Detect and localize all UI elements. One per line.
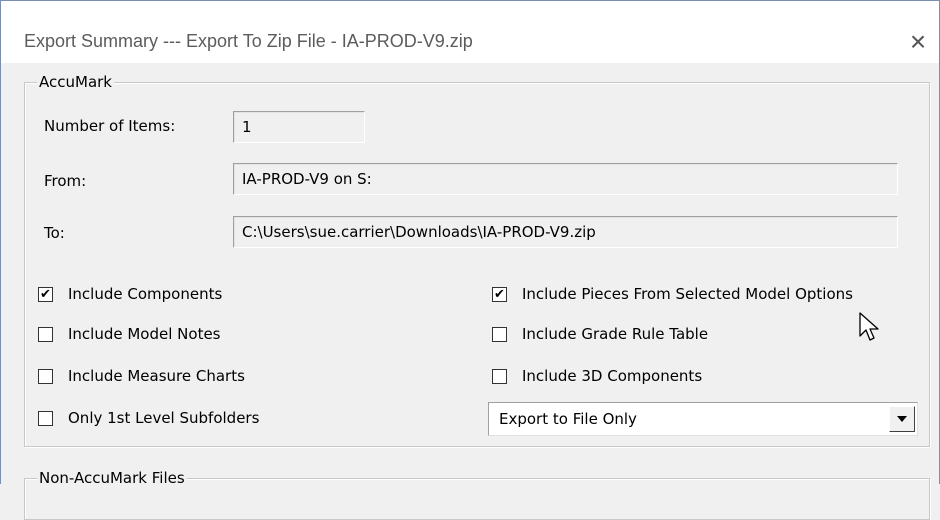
window-title: Export Summary --- Export To Zip File - … <box>24 31 473 51</box>
non-accumark-group-legend: Non-AccuMark Files <box>37 469 187 487</box>
number-of-items-label: Number of Items: <box>44 117 176 135</box>
export-mode-select[interactable]: Export to File Only <box>488 402 918 436</box>
include-components-label: Include Components <box>68 285 223 303</box>
checkbox-box[interactable] <box>38 369 53 384</box>
accumark-group-legend: AccuMark <box>37 73 114 91</box>
checkbox-box[interactable] <box>492 327 507 342</box>
checkbox-box[interactable] <box>492 369 507 384</box>
include-pieces-selected-options-label: Include Pieces From Selected Model Optio… <box>522 285 853 303</box>
checkbox-box[interactable]: ✔ <box>492 287 507 302</box>
include-grade-rule-table-label: Include Grade Rule Table <box>522 325 709 343</box>
to-field: C:\Users\sue.carrier\Downloads\IA-PROD-V… <box>233 216 898 248</box>
mouse-cursor-icon <box>859 312 879 341</box>
include-measure-charts-label: Include Measure Charts <box>68 367 245 385</box>
close-icon[interactable]: × <box>903 27 933 57</box>
export-mode-value: Export to File Only <box>499 410 637 428</box>
to-label: To: <box>44 224 65 242</box>
only-first-level-subfolders-label: Only 1st Level Subfolders <box>68 409 260 427</box>
from-field: IA-PROD-V9 on S: <box>233 163 898 195</box>
title-bar: Export Summary --- Export To Zip File - … <box>1 1 939 63</box>
checkbox-box[interactable] <box>38 411 53 426</box>
include-3d-components-label: Include 3D Components <box>522 367 703 385</box>
chevron-down-icon[interactable] <box>889 406 915 432</box>
from-label: From: <box>44 172 87 190</box>
checkbox-box[interactable]: ✔ <box>38 287 53 302</box>
include-model-notes-label: Include Model Notes <box>68 325 221 343</box>
number-of-items-field: 1 <box>233 111 365 143</box>
checkbox-box[interactable] <box>38 327 53 342</box>
accumark-group <box>24 82 930 447</box>
